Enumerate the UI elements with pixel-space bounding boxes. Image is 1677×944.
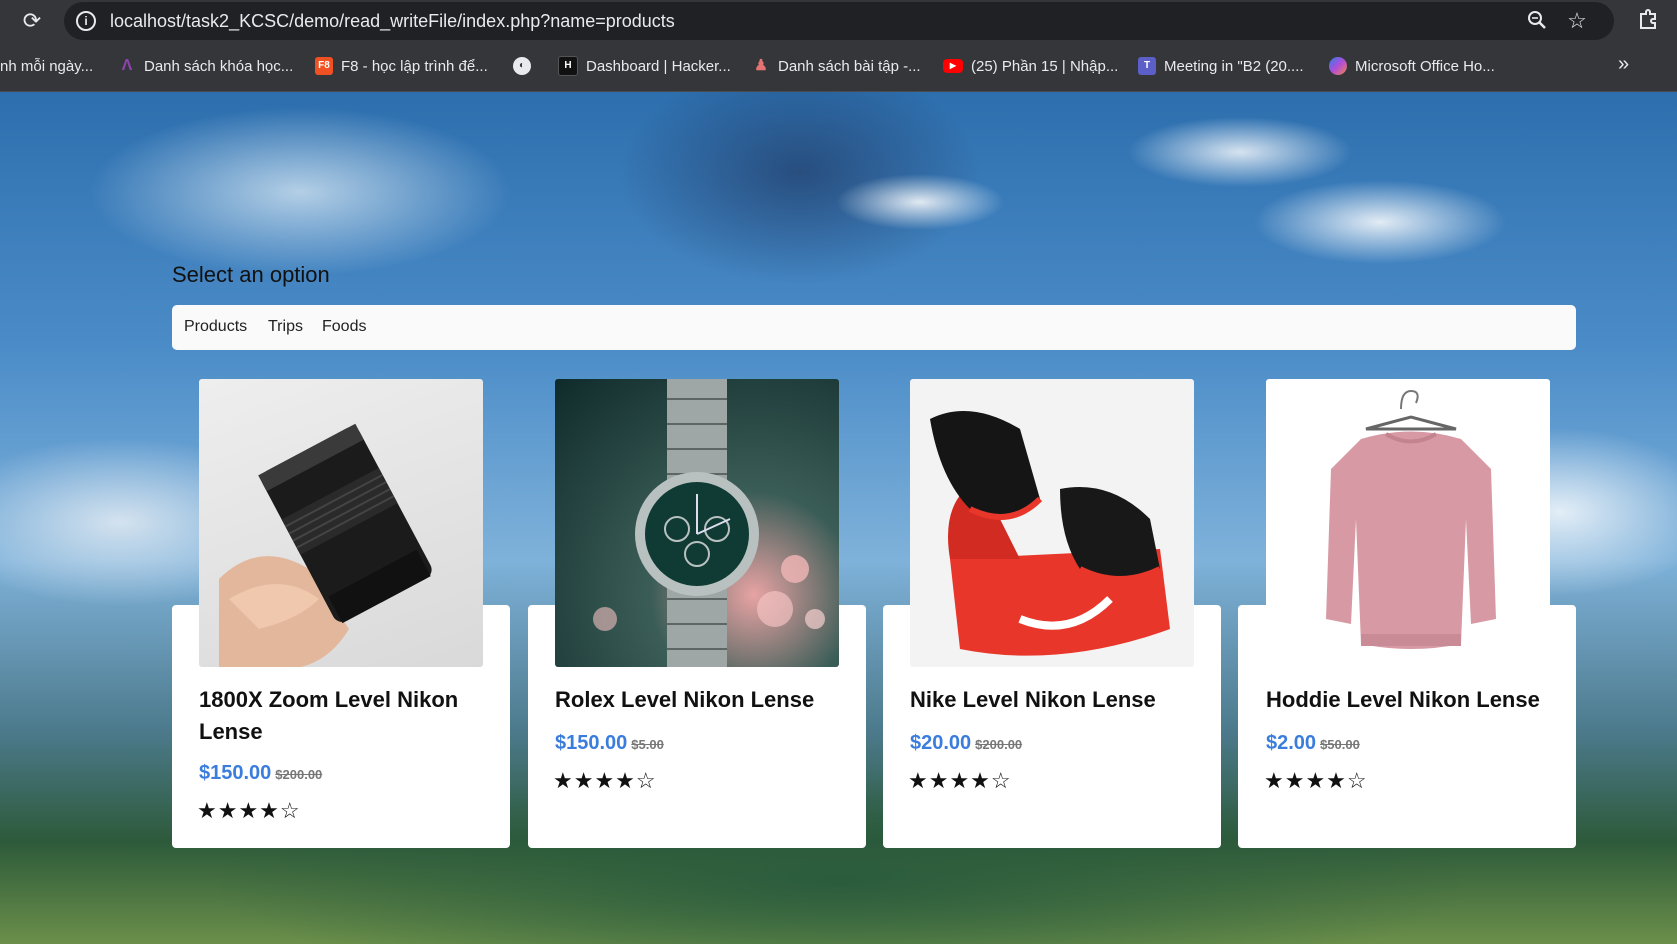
product-price: $20.00 $200.00	[910, 732, 1022, 755]
zoom-icon[interactable]	[1525, 9, 1549, 33]
bookmark-label: Danh sách khóa học...	[144, 57, 294, 75]
globe-icon: ◐	[513, 57, 531, 75]
star-rating: ★★★★☆	[197, 798, 301, 823]
user-icon: ♟	[754, 57, 768, 74]
product-image-sneakers[interactable]	[910, 379, 1194, 667]
bookmark-label: (25) Phần 15 | Nhập...	[971, 57, 1119, 75]
hackerrank-icon: H	[558, 56, 578, 76]
bookmark-item[interactable]: H Dashboard | Hacker...	[558, 55, 731, 77]
star-rating: ★★★★☆	[1264, 768, 1368, 793]
current-price: $2.00	[1266, 732, 1317, 754]
bookmark-label: F8 - học lập trình để...	[341, 57, 488, 75]
product-price: $2.00 $50.00	[1266, 732, 1360, 755]
nav-trips[interactable]: Trips	[268, 318, 303, 336]
reload-icon[interactable]: ⟳	[21, 10, 43, 32]
bookmark-label: Danh sách bài tập -...	[778, 57, 921, 75]
page-title: Select an option	[172, 262, 330, 287]
bookmark-star-icon[interactable]: ☆	[1565, 9, 1589, 33]
star-rating: ★★★★☆	[908, 768, 1012, 793]
bookmark-item[interactable]: ♟ Danh sách bài tập -...	[752, 55, 921, 77]
old-price: $50.00	[1320, 737, 1360, 752]
nav-products[interactable]: Products	[184, 318, 247, 336]
bookmark-item[interactable]: Microsoft Office Ho...	[1329, 55, 1495, 77]
more-bookmarks-icon[interactable]: »	[1618, 53, 1629, 76]
product-price: $150.00 $200.00	[199, 762, 322, 785]
bookmark-item[interactable]: Λ Danh sách khóa học...	[118, 55, 294, 77]
star-rating: ★★★★☆	[553, 768, 657, 793]
product-image-watch[interactable]	[555, 379, 839, 667]
product-title[interactable]: Rolex Level Nikon Lense	[555, 684, 845, 716]
current-price: $150.00	[555, 732, 628, 754]
address-bar[interactable]: i localhost/task2_KCSC/demo/read_writeFi…	[64, 2, 1614, 40]
category-nav: Products Trips Foods	[172, 305, 1576, 350]
nav-foods[interactable]: Foods	[322, 318, 366, 336]
bookmark-item[interactable]: ◐	[513, 55, 531, 77]
product-image-hoodie[interactable]	[1266, 379, 1550, 667]
bookmark-label: nh mỗi ngày...	[0, 57, 94, 75]
bookmark-item[interactable]: ▶ (25) Phần 15 | Nhập...	[943, 55, 1118, 77]
product-image-lens[interactable]	[199, 379, 483, 667]
old-price: $5.00	[631, 737, 664, 752]
youtube-icon: ▶	[943, 59, 963, 73]
bookmark-item[interactable]: F8 F8 - học lập trình để...	[315, 55, 488, 77]
bookmark-item[interactable]: nh mỗi ngày...	[0, 55, 93, 77]
current-price: $20.00	[910, 732, 972, 754]
bookmark-item[interactable]: T Meeting in "B2 (20....	[1138, 55, 1304, 77]
product-title[interactable]: 1800X Zoom Level Nikon Lense	[199, 684, 489, 748]
product-price: $150.00 $5.00	[555, 732, 664, 755]
product-title[interactable]: Hoddie Level Nikon Lense	[1266, 684, 1556, 716]
old-price: $200.00	[275, 767, 323, 782]
bookmark-label: Dashboard | Hacker...	[586, 57, 731, 75]
url-text[interactable]: localhost/task2_KCSC/demo/read_writeFile…	[110, 11, 675, 32]
extensions-icon[interactable]	[1636, 8, 1660, 32]
old-price: $200.00	[975, 737, 1023, 752]
product-title[interactable]: Nike Level Nikon Lense	[910, 684, 1200, 716]
bookmark-label: Microsoft Office Ho...	[1355, 57, 1495, 75]
browser-toolbar: ⟳ i localhost/task2_KCSC/demo/read_write…	[0, 0, 1677, 41]
f8-icon: F8	[315, 57, 333, 75]
teams-icon: T	[1138, 57, 1156, 75]
current-price: $150.00	[199, 762, 272, 784]
page-background: Select an option Products Trips Foods 18…	[0, 92, 1677, 944]
bookmarks-bar: nh mỗi ngày... Λ Danh sách khóa học... F…	[0, 41, 1677, 92]
office-icon	[1329, 57, 1347, 75]
bookmark-label: Meeting in "B2 (20....	[1164, 57, 1304, 75]
site-info-icon[interactable]: i	[76, 11, 96, 31]
course-icon: Λ	[121, 57, 133, 74]
